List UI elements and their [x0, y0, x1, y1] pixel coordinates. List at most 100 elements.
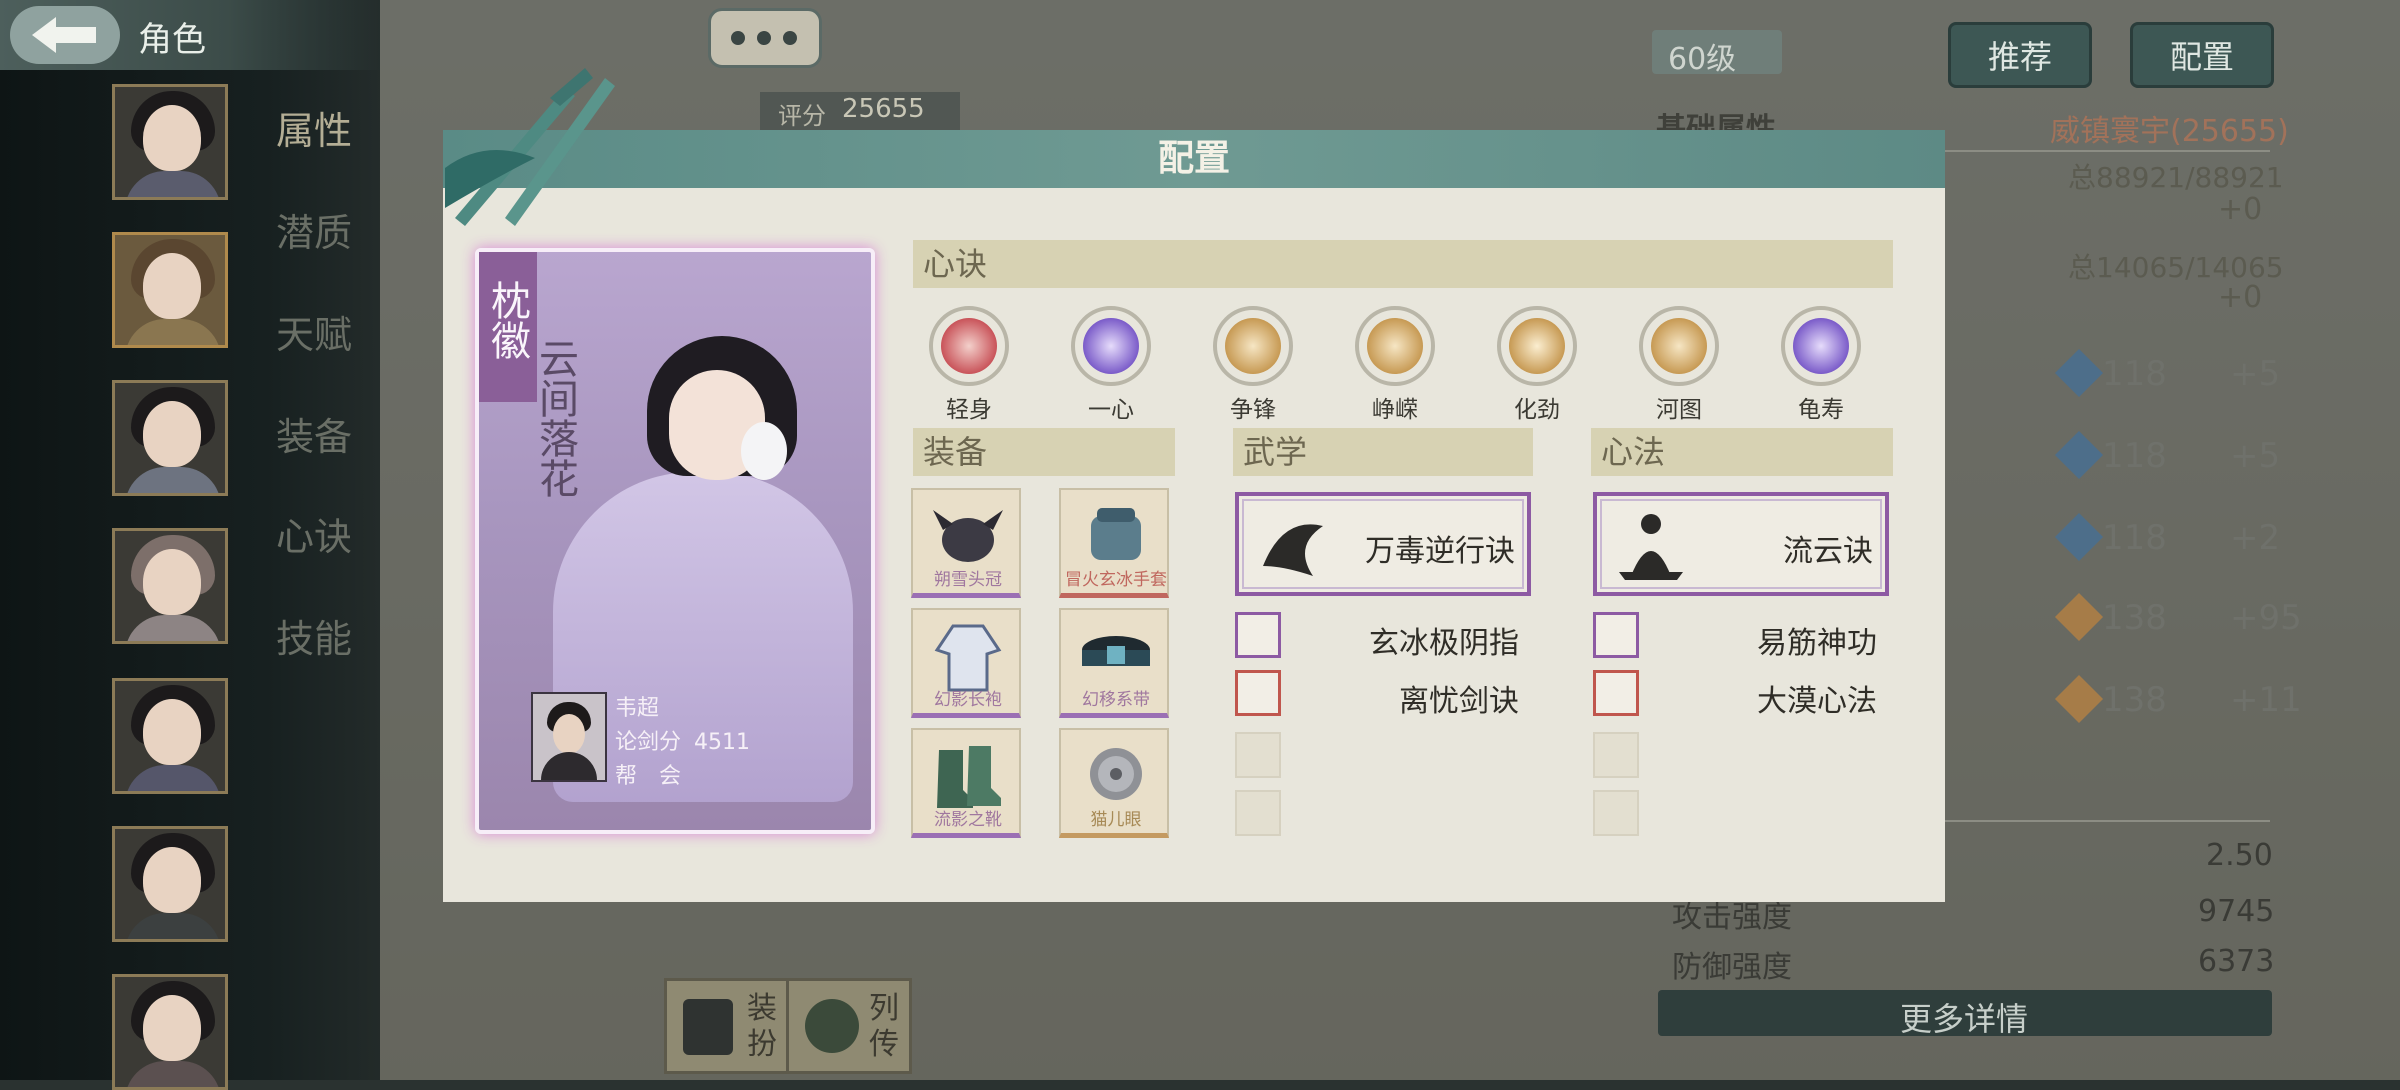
player-avatar[interactable]	[531, 692, 607, 782]
wuxue-main-slot[interactable]: 万毒逆行诀	[1235, 492, 1531, 596]
stat-plus: +5	[2230, 436, 2281, 476]
defense-value: 6373	[2198, 944, 2275, 979]
tab-skills[interactable]: 技能	[276, 608, 352, 663]
hp-delta: +0	[2218, 192, 2263, 227]
equipment-slot[interactable]: 冒火玄冰手套	[1059, 488, 1169, 598]
config-modal: 配置 枕徽 云间落花 韦超 论剑分 4511 帮 会 心诀 轻身 一心 争锋 峥…	[443, 68, 1945, 902]
more-details-button[interactable]: 更多详情	[1658, 990, 2272, 1038]
xinjue-label: 一心	[1088, 397, 1134, 423]
wuxue-sub-name: 玄冰极阴指	[1369, 626, 1519, 661]
attack-value: 9745	[2198, 894, 2275, 929]
chat-bubble-icon[interactable]	[708, 8, 822, 68]
xinjue-slot[interactable]: 峥嵘	[1347, 306, 1443, 424]
tab-equipment[interactable]: 装备	[276, 406, 352, 461]
equipment-name: 冒火玄冰手套	[1065, 570, 1167, 590]
cloud-icon	[1367, 318, 1423, 374]
tab-talent[interactable]: 天赋	[276, 304, 352, 359]
speed-value: 2.50	[2206, 838, 2273, 873]
xinjue-label: 轻身	[946, 397, 992, 423]
biography-label: 列传	[869, 991, 899, 1062]
equipment-slot[interactable]: 幻移系带	[1059, 608, 1169, 718]
back-arrow-icon	[32, 17, 96, 53]
helmet-icon	[933, 510, 1003, 562]
burst-icon	[1509, 318, 1565, 374]
fist-icon	[1225, 318, 1281, 374]
stat-value: 118	[2102, 518, 2167, 558]
level-badge: 60级	[1652, 30, 1782, 77]
empty-slot[interactable]	[1235, 790, 1281, 836]
crossed-swords-icon	[445, 68, 615, 226]
equipment-name: 幻移系带	[1082, 690, 1150, 710]
xinfa-sub-slot[interactable]: 易筋神功	[1593, 612, 1889, 661]
empty-slot[interactable]	[1593, 790, 1639, 836]
xinjue-label: 峥嵘	[1372, 397, 1418, 423]
tab-attributes[interactable]: 属性	[276, 100, 352, 155]
tab-xinjue[interactable]: 心诀	[276, 506, 352, 561]
character-avatar[interactable]	[112, 974, 228, 1090]
equipment-name: 幻影长袍	[934, 690, 1002, 710]
boots-icon	[937, 746, 1001, 808]
character-title: 云间落花	[532, 338, 578, 498]
xinfa-main-slot[interactable]: 流云诀	[1593, 492, 1889, 596]
xinjue-slot[interactable]: 争锋	[1205, 306, 1301, 424]
stat-plus: +5	[2230, 354, 2281, 394]
stat-value: 118	[2102, 354, 2167, 394]
duel-score-label: 论剑分	[615, 730, 682, 755]
config-button[interactable]: 配置	[2130, 22, 2274, 88]
xinfa-header: 心法	[1591, 428, 1893, 476]
equipment-slot[interactable]: 幻影长袍	[911, 608, 1021, 718]
biography-icon	[805, 999, 859, 1053]
costume-label: 装扮	[747, 991, 777, 1062]
equipment-header: 装备	[913, 428, 1175, 476]
xinjue-slot[interactable]: 轻身	[921, 306, 1017, 424]
character-avatar[interactable]	[112, 380, 228, 496]
stat-plus: +11	[2230, 680, 2302, 720]
xinfa-main-name: 流云诀	[1783, 534, 1873, 569]
wuxue-header: 武学	[1233, 428, 1533, 476]
recommend-button[interactable]: 推荐	[1948, 22, 2092, 88]
tab-potential[interactable]: 潜质	[276, 202, 352, 257]
xinjue-slot[interactable]: 一心	[1063, 306, 1159, 424]
xinfa-sub-name: 易筋神功	[1757, 626, 1877, 661]
equipment-name: 流影之靴	[934, 810, 1002, 830]
xinjue-slot[interactable]: 龟寿	[1773, 306, 1869, 424]
top-bar: 角色	[0, 0, 380, 70]
back-button[interactable]	[10, 6, 120, 64]
empty-slot[interactable]	[1593, 732, 1639, 778]
character-avatar[interactable]	[112, 84, 228, 200]
martial-art-icon	[1263, 524, 1323, 576]
more-details-label: 更多详情	[1900, 1000, 2029, 1038]
defense-label: 防御强度	[1672, 950, 1792, 985]
wuxue-sub-slot[interactable]: 玄冰极阴指	[1235, 612, 1531, 661]
page-title: 角色	[138, 20, 206, 60]
score-bar: 评分 25655	[760, 92, 960, 130]
martial-art-icon	[1235, 670, 1281, 716]
stat-value: 138	[2102, 598, 2167, 638]
empty-slot[interactable]	[1235, 732, 1281, 778]
equipment-slot[interactable]: 朔雪头冠	[911, 488, 1021, 598]
xinjue-slot[interactable]: 河图	[1631, 306, 1727, 424]
wuxue-sub-name: 离忧剑诀	[1399, 684, 1519, 719]
bunny-icon	[741, 422, 787, 480]
xinjue-slot[interactable]: 化劲	[1489, 306, 1585, 424]
equipment-slot[interactable]: 流影之靴	[911, 728, 1021, 838]
character-avatar[interactable]	[112, 232, 228, 348]
wuxue-main-name: 万毒逆行诀	[1365, 534, 1515, 569]
level-text: 60级	[1668, 42, 1737, 77]
character-avatar[interactable]	[112, 528, 228, 644]
wuxue-sub-slot[interactable]: 离忧剑诀	[1235, 670, 1531, 719]
meditation-icon	[1593, 612, 1639, 658]
flame-icon	[1083, 318, 1139, 374]
score-value: 25655	[842, 94, 925, 124]
equipment-slot[interactable]: 猫儿眼	[1059, 728, 1169, 838]
biography-button[interactable]: 列传	[786, 978, 912, 1074]
mp-delta: +0	[2218, 280, 2263, 315]
xinjue-label: 河图	[1656, 397, 1702, 423]
character-avatar[interactable]	[112, 826, 228, 942]
costume-button[interactable]: 装扮	[664, 978, 790, 1074]
boot-icon	[941, 318, 997, 374]
character-avatar[interactable]	[112, 678, 228, 794]
xinjue-label: 争锋	[1230, 397, 1276, 423]
meditation-icon	[1619, 514, 1683, 580]
xinfa-sub-slot[interactable]: 大漠心法	[1593, 670, 1889, 719]
